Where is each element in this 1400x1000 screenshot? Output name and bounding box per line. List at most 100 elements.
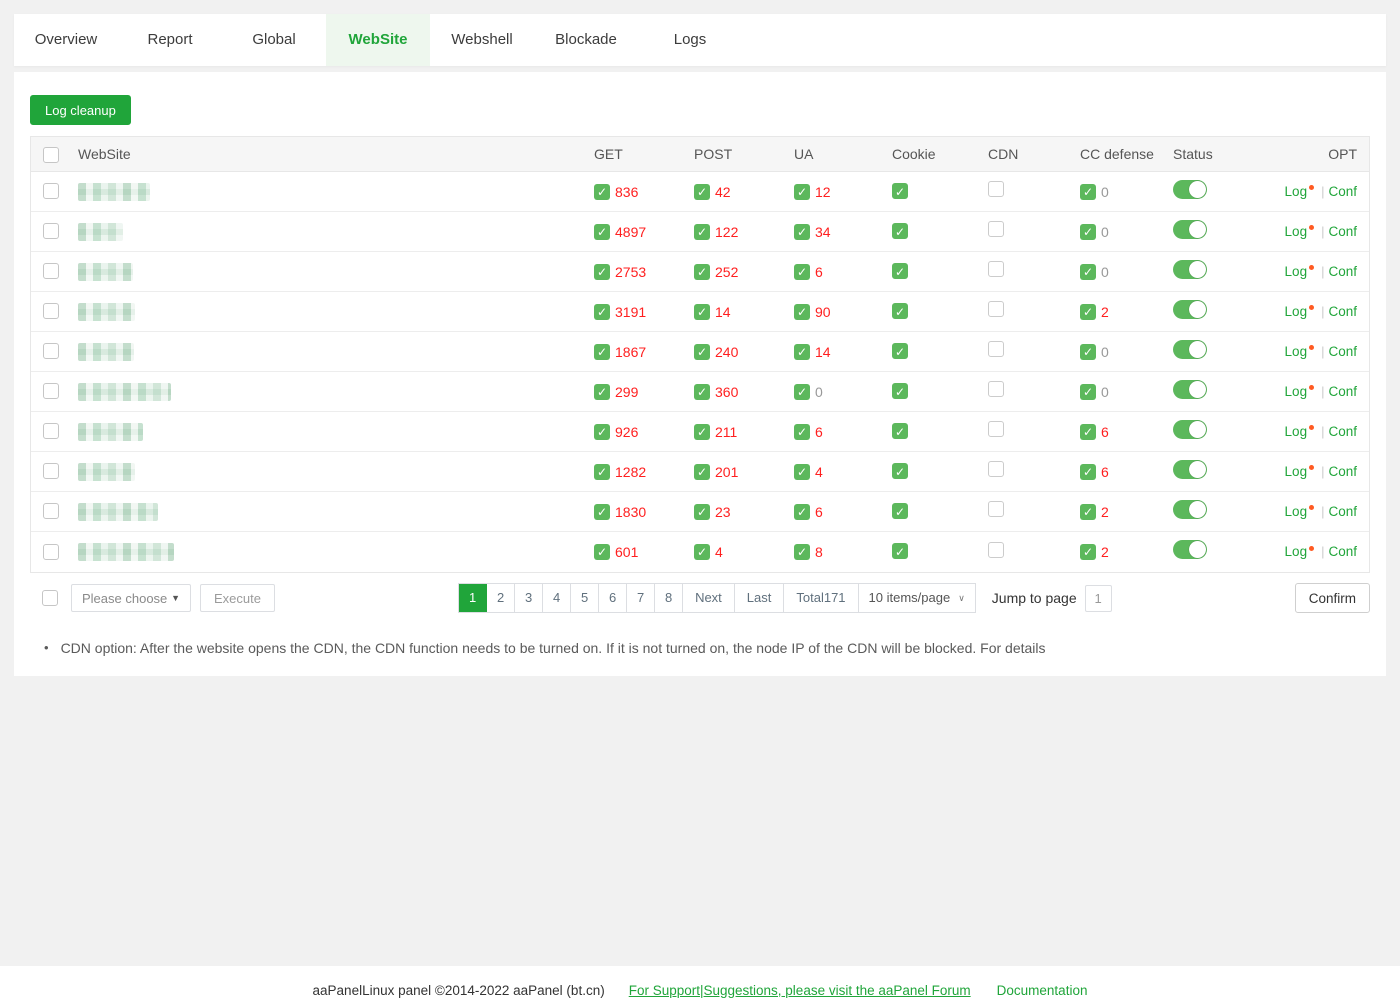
items-per-page-select[interactable]: 10 items/page∨ — [859, 584, 976, 612]
conf-link[interactable]: Conf — [1328, 184, 1357, 199]
cdn-checkbox[interactable] — [988, 221, 1004, 237]
cc-defense-check-icon[interactable]: ✓ — [1080, 264, 1096, 280]
cc-defense-count[interactable]: 0 — [1101, 264, 1109, 280]
post-enabled-check-icon[interactable]: ✓ — [694, 184, 710, 200]
cc-defense-count[interactable]: 0 — [1101, 384, 1109, 400]
post-enabled-check-icon[interactable]: ✓ — [694, 504, 710, 520]
ua-enabled-check-icon[interactable]: ✓ — [794, 504, 810, 520]
get-enabled-check-icon[interactable]: ✓ — [594, 184, 610, 200]
row-checkbox[interactable] — [43, 263, 59, 279]
website-name-redacted[interactable] — [78, 543, 174, 561]
get-enabled-check-icon[interactable]: ✓ — [594, 344, 610, 360]
website-name-redacted[interactable] — [78, 343, 134, 361]
cc-defense-check-icon[interactable]: ✓ — [1080, 224, 1096, 240]
get-enabled-check-icon[interactable]: ✓ — [594, 544, 610, 560]
website-name-redacted[interactable] — [78, 263, 133, 281]
ua-count[interactable]: 6 — [815, 264, 823, 280]
page-7-button[interactable]: 7 — [627, 584, 655, 612]
get-count[interactable]: 1867 — [615, 344, 646, 360]
get-enabled-check-icon[interactable]: ✓ — [594, 384, 610, 400]
log-link[interactable]: Log — [1285, 464, 1315, 479]
cookie-checkbox[interactable]: ✓ — [892, 503, 908, 519]
get-enabled-check-icon[interactable]: ✓ — [594, 264, 610, 280]
log-link[interactable]: Log — [1285, 344, 1315, 359]
conf-link[interactable]: Conf — [1328, 384, 1357, 399]
page-5-button[interactable]: 5 — [571, 584, 599, 612]
post-enabled-check-icon[interactable]: ✓ — [694, 424, 710, 440]
cc-defense-count[interactable]: 6 — [1101, 464, 1109, 480]
jump-page-input[interactable] — [1085, 585, 1112, 612]
cookie-checkbox[interactable]: ✓ — [892, 383, 908, 399]
confirm-button[interactable]: Confirm — [1295, 583, 1370, 613]
cc-defense-check-icon[interactable]: ✓ — [1080, 304, 1096, 320]
status-toggle[interactable] — [1173, 460, 1207, 479]
select-all-checkbox[interactable] — [43, 147, 59, 163]
log-link[interactable]: Log — [1285, 504, 1315, 519]
last-page-button[interactable]: Last — [735, 584, 785, 612]
post-count[interactable]: 14 — [715, 304, 731, 320]
post-count[interactable]: 122 — [715, 224, 738, 240]
post-enabled-check-icon[interactable]: ✓ — [694, 344, 710, 360]
get-count[interactable]: 601 — [615, 544, 638, 560]
get-count[interactable]: 1830 — [615, 504, 646, 520]
ua-count[interactable]: 6 — [815, 424, 823, 440]
conf-link[interactable]: Conf — [1328, 504, 1357, 519]
ua-enabled-check-icon[interactable]: ✓ — [794, 384, 810, 400]
log-link[interactable]: Log — [1285, 544, 1315, 559]
cookie-checkbox[interactable]: ✓ — [892, 183, 908, 199]
cdn-checkbox[interactable] — [988, 261, 1004, 277]
post-count[interactable]: 252 — [715, 264, 738, 280]
page-4-button[interactable]: 4 — [543, 584, 571, 612]
status-toggle[interactable] — [1173, 340, 1207, 359]
get-count[interactable]: 1282 — [615, 464, 646, 480]
cookie-checkbox[interactable]: ✓ — [892, 303, 908, 319]
page-6-button[interactable]: 6 — [599, 584, 627, 612]
row-checkbox[interactable] — [43, 383, 59, 399]
get-count[interactable]: 836 — [615, 184, 638, 200]
page-1-button[interactable]: 1 — [459, 584, 487, 612]
post-count[interactable]: 240 — [715, 344, 738, 360]
cc-defense-check-icon[interactable]: ✓ — [1080, 384, 1096, 400]
cdn-checkbox[interactable] — [988, 421, 1004, 437]
cc-defense-count[interactable]: 2 — [1101, 304, 1109, 320]
log-link[interactable]: Log — [1285, 224, 1315, 239]
get-enabled-check-icon[interactable]: ✓ — [594, 424, 610, 440]
cc-defense-count[interactable]: 0 — [1101, 344, 1109, 360]
cookie-checkbox[interactable]: ✓ — [892, 423, 908, 439]
post-count[interactable]: 201 — [715, 464, 738, 480]
status-toggle[interactable] — [1173, 500, 1207, 519]
get-count[interactable]: 299 — [615, 384, 638, 400]
conf-link[interactable]: Conf — [1328, 544, 1357, 559]
row-checkbox[interactable] — [43, 463, 59, 479]
cc-defense-count[interactable]: 2 — [1101, 544, 1109, 560]
documentation-link[interactable]: Documentation — [997, 983, 1088, 998]
post-count[interactable]: 211 — [715, 424, 737, 440]
conf-link[interactable]: Conf — [1328, 344, 1357, 359]
bulk-action-select[interactable]: Please choose ▼ — [71, 584, 191, 612]
get-count[interactable]: 3191 — [615, 304, 646, 320]
ua-count[interactable]: 0 — [815, 384, 823, 400]
total-count[interactable]: Total171 — [784, 584, 858, 612]
get-enabled-check-icon[interactable]: ✓ — [594, 304, 610, 320]
post-count[interactable]: 4 — [715, 544, 723, 560]
conf-link[interactable]: Conf — [1328, 304, 1357, 319]
ua-enabled-check-icon[interactable]: ✓ — [794, 224, 810, 240]
row-checkbox[interactable] — [43, 183, 59, 199]
page-2-button[interactable]: 2 — [487, 584, 515, 612]
execute-button[interactable]: Execute — [200, 584, 275, 612]
status-toggle[interactable] — [1173, 300, 1207, 319]
log-link[interactable]: Log — [1285, 304, 1315, 319]
row-checkbox[interactable] — [43, 223, 59, 239]
tab-overview[interactable]: Overview — [14, 14, 118, 66]
website-name-redacted[interactable] — [78, 423, 143, 441]
page-8-button[interactable]: 8 — [655, 584, 683, 612]
get-enabled-check-icon[interactable]: ✓ — [594, 504, 610, 520]
cdn-checkbox[interactable] — [988, 381, 1004, 397]
website-name-redacted[interactable] — [78, 303, 135, 321]
cc-defense-check-icon[interactable]: ✓ — [1080, 184, 1096, 200]
ua-count[interactable]: 4 — [815, 464, 823, 480]
cookie-checkbox[interactable]: ✓ — [892, 343, 908, 359]
get-count[interactable]: 2753 — [615, 264, 646, 280]
row-checkbox[interactable] — [43, 303, 59, 319]
post-enabled-check-icon[interactable]: ✓ — [694, 544, 710, 560]
